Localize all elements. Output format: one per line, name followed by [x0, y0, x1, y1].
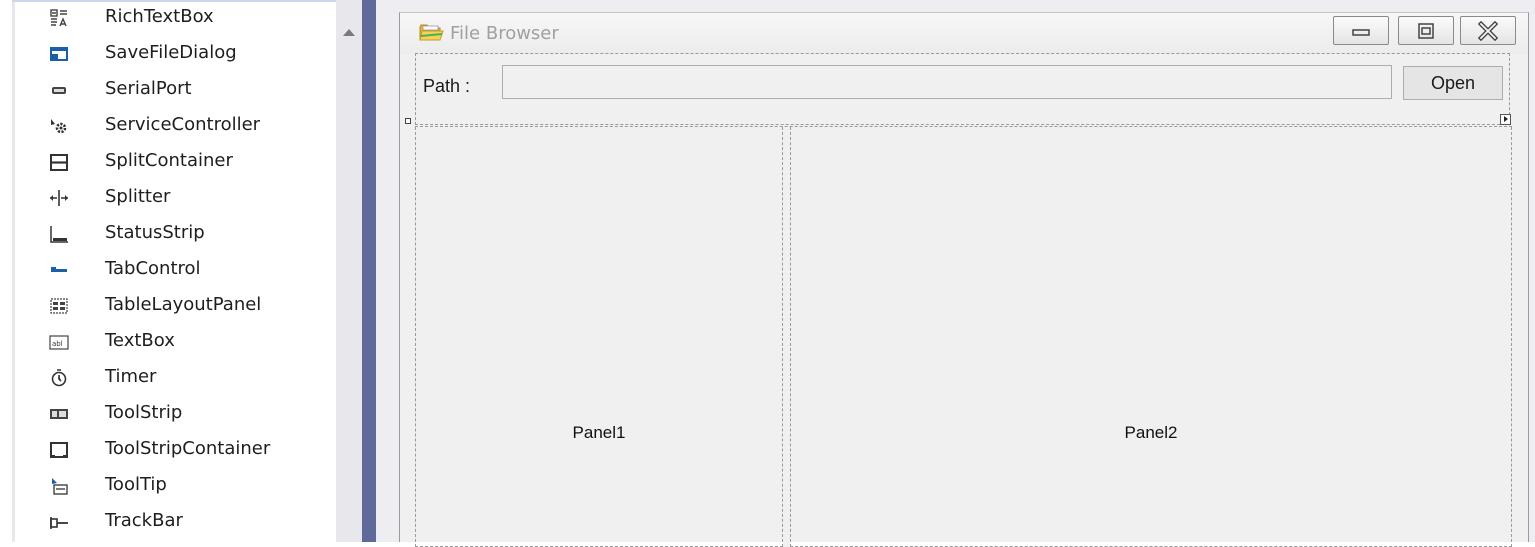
toolbox-item-label: TextBox — [105, 330, 175, 351]
toolbox-item-label: Splitter — [105, 186, 171, 207]
toolbox-item-label: TabControl — [105, 258, 201, 279]
toolbox-item-servicecontroller[interactable]: ServiceController — [0, 108, 336, 144]
folder-icon — [418, 22, 444, 42]
scroll-up-arrow-icon[interactable] — [343, 29, 355, 36]
toolbox-item-splitcontainer[interactable]: SplitContainer — [0, 144, 336, 180]
selection-grip[interactable] — [405, 118, 411, 124]
textbox-icon: abl — [49, 333, 69, 351]
maximize-button[interactable] — [1398, 16, 1454, 45]
tooltip-icon — [49, 477, 69, 495]
panel2-label: Panel2 — [1124, 423, 1178, 442]
toolbox-item-label: ToolTip — [105, 474, 167, 495]
toolbox-item-splitter[interactable]: Splitter — [0, 180, 336, 216]
statusstrip-icon — [49, 225, 69, 243]
designed-form[interactable]: File Browser Path : Open Panel1 Panel2 — [399, 12, 1529, 547]
splitter-bar[interactable] — [783, 127, 790, 547]
panel2[interactable]: Panel2 — [790, 127, 1512, 547]
richtextbox-icon — [49, 9, 69, 27]
panel1-label: Panel1 — [572, 423, 626, 442]
tabcontrol-icon — [49, 261, 69, 279]
minimize-icon — [1352, 29, 1370, 36]
toolbox-item-label: RichTextBox — [105, 6, 214, 27]
serialport-icon — [49, 81, 69, 99]
toolbox-item-tabcontrol[interactable]: TabControl — [0, 252, 336, 288]
toolbox-item-trackbar[interactable]: TrackBar — [0, 504, 336, 540]
maximize-icon — [1418, 23, 1434, 39]
panel1[interactable]: Panel1 — [415, 127, 783, 547]
toolbox-item-statusstrip[interactable]: StatusStrip — [0, 216, 336, 252]
close-icon — [1477, 21, 1499, 41]
trackbar-icon — [49, 513, 69, 531]
toolbox-scrollbar[interactable] — [336, 0, 362, 542]
toolbox-item-tooltip[interactable]: ToolTip — [0, 468, 336, 504]
toolbox-item-label: ToolStripContainer — [105, 438, 271, 459]
window-separator — [362, 0, 376, 542]
toolbox-panel: RichTextBox SaveFileDialog SerialPort Servi… — [0, 0, 362, 542]
toolbox-item-label: SplitContainer — [105, 150, 233, 171]
toolbox-item-label: StatusStrip — [105, 222, 205, 243]
form-title-bar[interactable]: File Browser — [400, 13, 1528, 54]
path-input[interactable] — [502, 65, 1392, 99]
splitcontainer-icon — [49, 153, 69, 171]
toolbox-item-timer[interactable]: Timer — [0, 360, 336, 396]
open-button[interactable]: Open — [1403, 66, 1503, 100]
toolbox-item-richtextbox[interactable]: RichTextBox — [0, 0, 336, 36]
servicecontroller-icon — [49, 117, 69, 135]
svg-text:abl: abl — [52, 340, 63, 348]
toolbox-item-label: SerialPort — [105, 78, 192, 99]
toolbox-item-label: Timer — [105, 366, 157, 387]
toolbox-item-label: ServiceController — [105, 114, 261, 135]
toolbox-item-label: TableLayoutPanel — [105, 294, 262, 315]
toolbox-item-label: TrackBar — [105, 510, 183, 531]
toolbox-item-textbox[interactable]: abl TextBox — [0, 324, 336, 360]
form-title: File Browser — [450, 23, 559, 44]
toolbox-item-toolstripcontainer[interactable]: ToolStripContainer — [0, 432, 336, 468]
tablelayoutpanel-icon — [49, 297, 69, 315]
toolbox-item-toolstrip[interactable]: ToolStrip — [0, 396, 336, 432]
split-container[interactable]: Panel1 Panel2 — [415, 126, 1512, 547]
toolstripcontainer-icon — [49, 441, 69, 459]
splitter-icon — [49, 189, 69, 207]
toolbox-item-tablelayoutpanel[interactable]: TableLayoutPanel — [0, 288, 336, 324]
toolstrip-icon — [49, 405, 69, 423]
toolbox-item-savefiledialog[interactable]: SaveFileDialog — [0, 36, 336, 72]
toolbox-item-label: SaveFileDialog — [105, 42, 237, 63]
savefiledialog-icon — [49, 45, 69, 63]
smart-tag-arrow-icon[interactable] — [1500, 114, 1511, 125]
minimize-button[interactable] — [1333, 16, 1389, 45]
close-button[interactable] — [1460, 16, 1516, 45]
toolbox-item-serialport[interactable]: SerialPort — [0, 72, 336, 108]
path-label: Path : — [423, 76, 471, 96]
toolbox-item-label: ToolStrip — [105, 402, 183, 423]
timer-icon — [49, 369, 69, 387]
